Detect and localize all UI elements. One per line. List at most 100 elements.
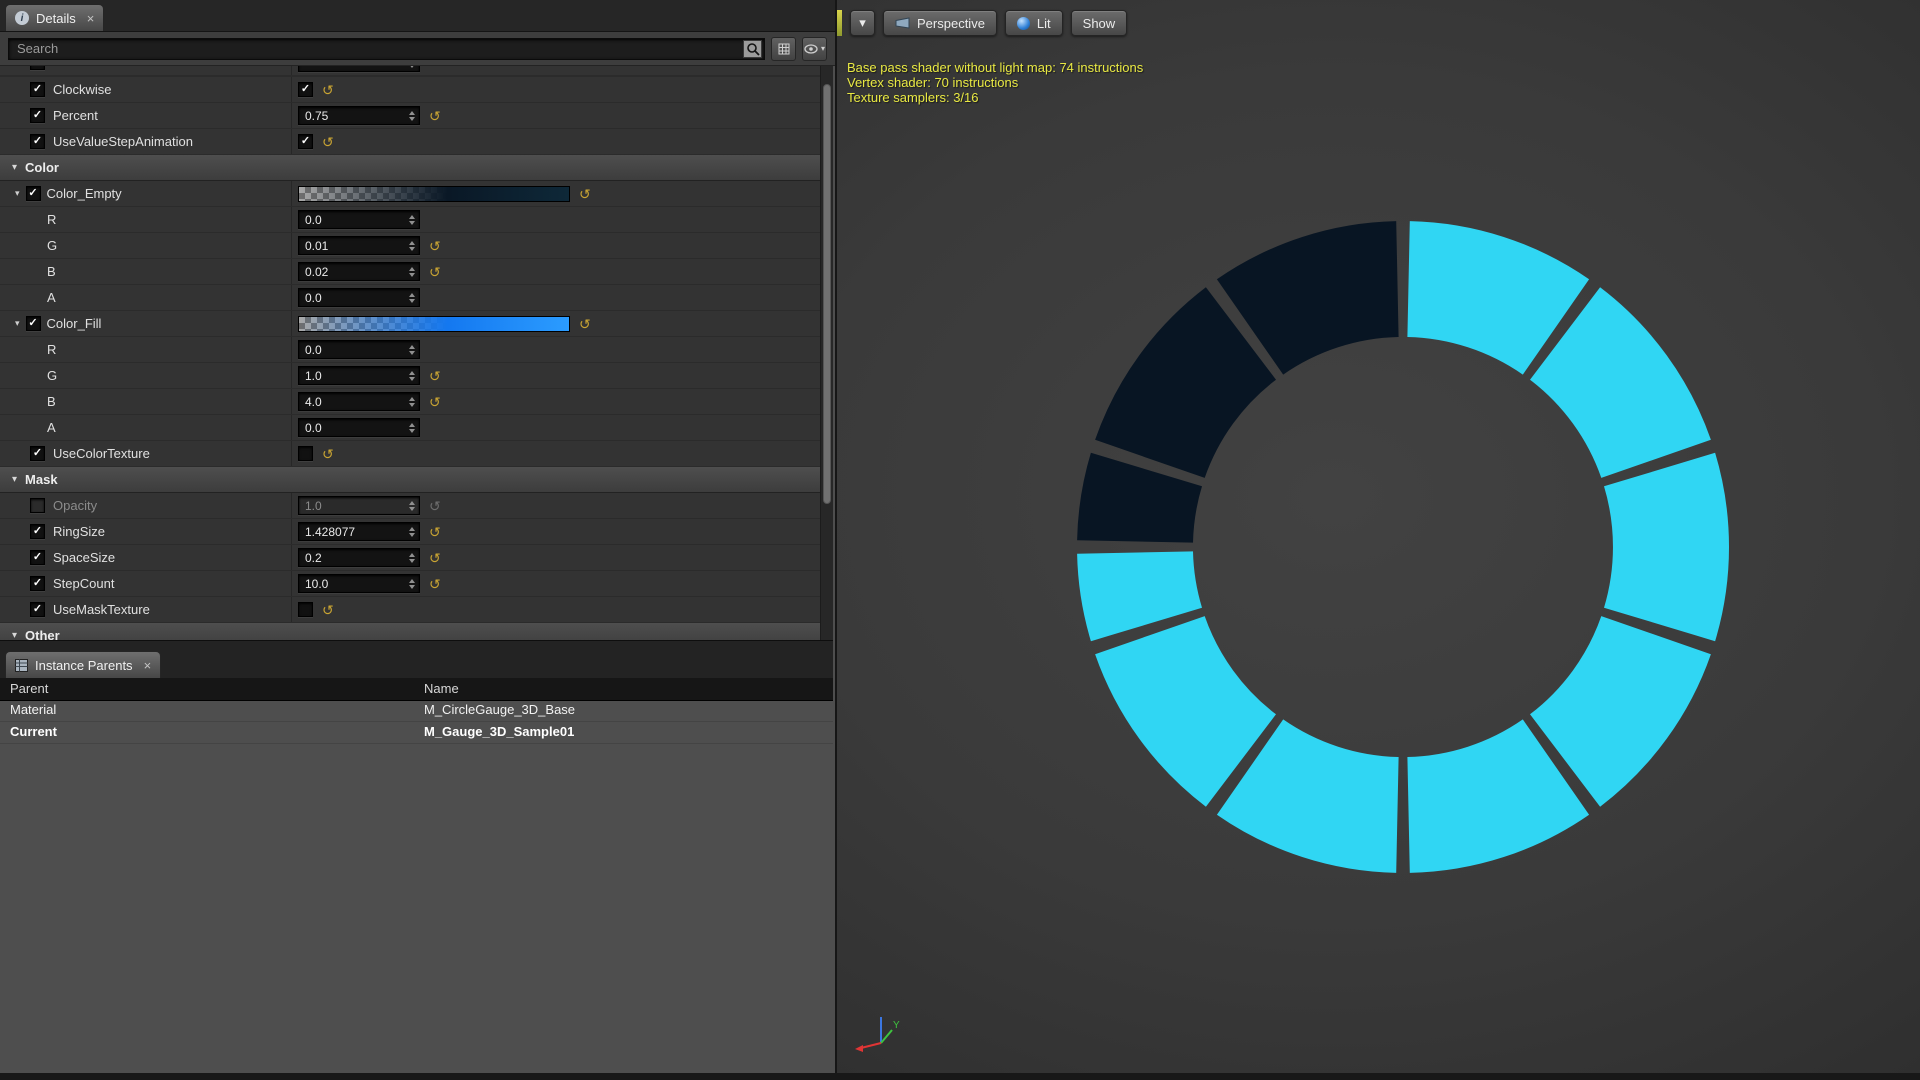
- r-field[interactable]: 0.0: [298, 210, 420, 229]
- property-expander-icon[interactable]: ▾: [15, 188, 20, 199]
- spinner-drag-icon[interactable]: [409, 344, 415, 355]
- opacity-field[interactable]: 1.0: [298, 496, 420, 515]
- category-expander-icon[interactable]: ▾: [12, 474, 17, 485]
- spinner-drag-icon[interactable]: [409, 396, 415, 407]
- checkbox[interactable]: ✓: [30, 82, 45, 97]
- name-column-header[interactable]: Name: [424, 681, 459, 696]
- spinner-drag-icon[interactable]: [409, 422, 415, 433]
- revert-to-default-icon[interactable]: ↺: [322, 447, 334, 461]
- b-field[interactable]: 0.02: [298, 262, 420, 281]
- viewport-canvas[interactable]: ▾ Perspective Lit Show Base pass shader …: [837, 0, 1920, 1080]
- checkbox[interactable]: ✓: [30, 108, 45, 123]
- revert-to-default-icon[interactable]: ↺: [429, 369, 441, 383]
- instance-parent-row[interactable]: Current M_Gauge_3D_Sample01: [0, 722, 833, 744]
- checkbox[interactable]: ✓: [30, 550, 45, 565]
- spinner-drag-icon[interactable]: [409, 214, 415, 225]
- r-field[interactable]: 0.0: [298, 340, 420, 359]
- spinner-drag-icon[interactable]: [409, 578, 415, 589]
- a-field[interactable]: 0.0: [298, 288, 420, 307]
- spinner-drag-icon[interactable]: [409, 66, 415, 68]
- close-icon[interactable]: ×: [144, 658, 152, 673]
- category-row-mask[interactable]: ▾ Mask: [0, 467, 820, 493]
- spinner-drag-icon[interactable]: [409, 266, 415, 277]
- checkbox[interactable]: ✓: [30, 66, 45, 70]
- instance-parent-row[interactable]: Material M_CircleGauge_3D_Base: [0, 700, 833, 722]
- view-options-button[interactable]: ▾: [802, 36, 827, 61]
- g-field[interactable]: 0.01: [298, 236, 420, 255]
- revert-to-default-icon[interactable]: ↺: [429, 265, 441, 279]
- viewport-options-button[interactable]: ▾: [850, 10, 875, 36]
- property-label-col: ✓ UseValueStepAnimation: [0, 129, 291, 154]
- value-field[interactable]: [298, 66, 420, 72]
- checkbox[interactable]: [298, 602, 313, 617]
- scrollbar-thumb[interactable]: [823, 84, 831, 504]
- checkbox[interactable]: [298, 446, 313, 461]
- lit-button[interactable]: Lit: [1004, 10, 1063, 36]
- y-axis-line: [880, 1029, 893, 1044]
- ringsize-field[interactable]: 1.428077: [298, 522, 420, 541]
- category-row-other[interactable]: ▾ Other: [0, 623, 820, 640]
- column-view-button[interactable]: [771, 36, 796, 61]
- revert-to-default-icon[interactable]: ↺: [579, 317, 591, 331]
- checkbox[interactable]: ✓: [298, 134, 313, 149]
- search-input[interactable]: [8, 37, 765, 60]
- checkbox[interactable]: ✓: [30, 446, 45, 461]
- color-empty-swatch[interactable]: [298, 185, 570, 202]
- g-field[interactable]: 1.0: [298, 366, 420, 385]
- property-row-color_empty: ▾ ✓ Color_Empty ↺: [0, 181, 820, 207]
- property-value-col: 0.0: [291, 285, 820, 310]
- category-expander-icon[interactable]: ▾: [12, 162, 17, 173]
- b-field[interactable]: 4.0: [298, 392, 420, 411]
- left-panel: i Details × ▾ ✓✓Clockwise✓↺✓Percent0.75↺…: [0, 0, 837, 1080]
- spinner-drag-icon[interactable]: [409, 240, 415, 251]
- tab-instance-parents[interactable]: Instance Parents ×: [5, 651, 162, 678]
- spinner-drag-icon[interactable]: [409, 500, 415, 511]
- revert-to-default-icon[interactable]: ↺: [429, 525, 441, 539]
- spinner-drag-icon[interactable]: [409, 110, 415, 121]
- property-value-col: ✓ ↺: [291, 129, 820, 154]
- revert-to-default-icon[interactable]: ↺: [322, 603, 334, 617]
- color-fill-swatch[interactable]: [298, 315, 570, 332]
- show-button[interactable]: Show: [1070, 10, 1128, 36]
- close-icon[interactable]: ×: [87, 11, 95, 26]
- tab-details[interactable]: i Details ×: [5, 4, 105, 31]
- percent-field[interactable]: 0.75: [298, 106, 420, 125]
- category-expander-icon[interactable]: ▾: [12, 630, 17, 640]
- revert-to-default-icon[interactable]: ↺: [429, 109, 441, 123]
- spinner-drag-icon[interactable]: [409, 292, 415, 303]
- perspective-button[interactable]: Perspective: [883, 10, 997, 36]
- revert-to-default-icon[interactable]: ↺: [429, 395, 441, 409]
- spinner-drag-icon[interactable]: [409, 370, 415, 381]
- window-bottom-edge: [0, 1073, 1920, 1080]
- stepcount-field[interactable]: 10.0: [298, 574, 420, 593]
- spacesize-field[interactable]: 0.2: [298, 548, 420, 567]
- property-row-color_fill: ▾ ✓ Color_Fill ↺: [0, 311, 820, 337]
- property-expander-icon[interactable]: ▾: [15, 318, 20, 329]
- checkbox[interactable]: ✓: [30, 602, 45, 617]
- revert-to-default-icon[interactable]: ↺: [429, 499, 441, 513]
- checkbox[interactable]: ✓: [30, 134, 45, 149]
- revert-to-default-icon[interactable]: ↺: [429, 577, 441, 591]
- spinner-drag-icon[interactable]: [409, 526, 415, 537]
- property-value-col: 1.0 ↺: [291, 363, 820, 388]
- details-scrollbar[interactable]: [820, 66, 833, 640]
- checkbox[interactable]: [30, 498, 45, 513]
- checkbox[interactable]: ✓: [298, 82, 313, 97]
- checkbox[interactable]: ✓: [30, 524, 45, 539]
- spinner-drag-icon[interactable]: [409, 552, 415, 563]
- parent-cell: Material: [10, 702, 57, 717]
- checkbox[interactable]: ✓: [30, 576, 45, 591]
- a-field[interactable]: 0.0: [298, 418, 420, 437]
- checkbox[interactable]: ✓: [25, 316, 41, 331]
- revert-to-default-icon[interactable]: ↺: [322, 83, 334, 97]
- property-label-col: B: [0, 259, 291, 284]
- parent-column-header[interactable]: Parent: [10, 681, 48, 696]
- search-icon[interactable]: [743, 39, 762, 58]
- category-row-color[interactable]: ▾ Color: [0, 155, 820, 181]
- revert-to-default-icon[interactable]: ↺: [322, 135, 334, 149]
- revert-to-default-icon[interactable]: ↺: [579, 187, 591, 201]
- viewport-accent-strip: [837, 10, 842, 36]
- revert-to-default-icon[interactable]: ↺: [429, 239, 441, 253]
- checkbox[interactable]: ✓: [25, 186, 41, 201]
- revert-to-default-icon[interactable]: ↺: [429, 551, 441, 565]
